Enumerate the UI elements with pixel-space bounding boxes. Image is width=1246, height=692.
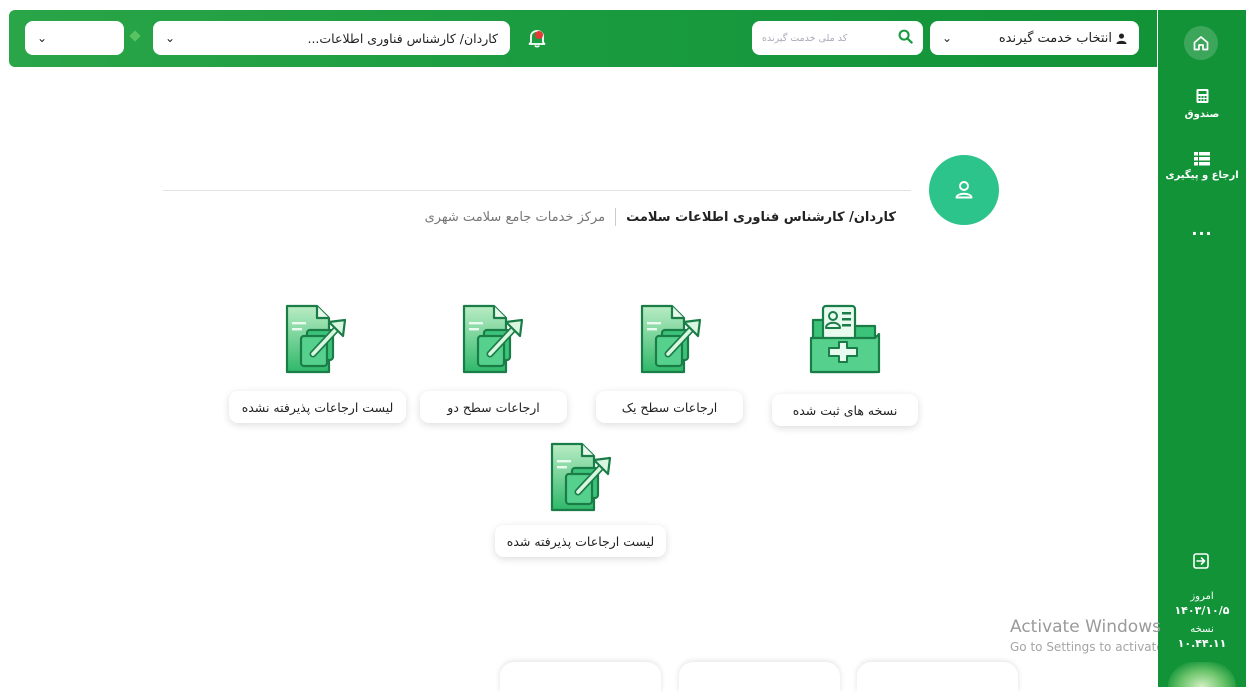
search-icon[interactable]: [898, 29, 913, 48]
national-code-search[interactable]: کد ملی خدمت گیرنده: [752, 21, 923, 55]
version-label: نسخه: [1190, 624, 1214, 635]
sidebar-item-referral[interactable]: ارجاع و پیگیری: [1158, 152, 1246, 181]
tile-registered-prescriptions[interactable]: نسخه های ثبت شده: [772, 394, 918, 426]
right-sidebar: صندوق ارجاع و پیگیری ... امروز ۱۴۰۳/۱۰/۵…: [1158, 10, 1246, 687]
activate-windows-subtitle: Go to Settings to activate Windows.: [1010, 640, 1158, 654]
referral-document-icon[interactable]: [450, 302, 530, 376]
chevron-down-icon: ⌄: [165, 31, 176, 45]
role-select-dropdown[interactable]: کاردان/ کارشناس فناوری اطلاعات... ⌄: [153, 21, 510, 55]
medical-folder-icon[interactable]: [805, 302, 885, 376]
profile-divider: [163, 190, 911, 191]
cash-register-icon: [1158, 88, 1246, 109]
secondary-select-dropdown[interactable]: ⌄: [25, 21, 124, 55]
referral-document-icon[interactable]: [273, 302, 353, 376]
today-value: ۱۴۰۳/۱۰/۵: [1174, 604, 1230, 617]
tile-accepted-referrals[interactable]: لیست ارجاعات پذیرفته شده: [495, 525, 666, 557]
list-icon: [1158, 152, 1246, 170]
referral-document-icon[interactable]: [538, 440, 618, 514]
activate-windows-title: Activate Windows: [1010, 617, 1161, 637]
redacted-user-name: [828, 158, 918, 178]
vertical-separator: [615, 208, 617, 226]
user-icon: [1116, 32, 1127, 44]
search-input[interactable]: کد ملی خدمت گیرنده: [762, 33, 847, 44]
sidebar-date-info: امروز ۱۴۰۳/۱۰/۵ نسخه ۱۰.۴۴.۱۱: [1158, 590, 1246, 652]
referral-document-icon[interactable]: [628, 302, 708, 376]
bottom-card[interactable]: [500, 662, 661, 692]
version-value: ۱۰.۴۴.۱۱: [1177, 637, 1227, 650]
profile-info: کاردان/ کارشناس فناوری اطلاعات سلامت مرک…: [425, 208, 896, 226]
avatar: [929, 155, 999, 225]
redacted-field: [183, 29, 299, 47]
health-center-name: مرکز خدمات جامع سلامت شهری: [424, 209, 606, 225]
logout-icon[interactable]: [1192, 552, 1210, 575]
tile-level-one-referrals[interactable]: ارجاعات سطح یک: [596, 391, 743, 423]
client-select-label: انتخاب خدمت گیرنده: [999, 31, 1127, 46]
sidebar-decorative-image: [1168, 662, 1236, 687]
more-menu-button[interactable]: ...: [1158, 220, 1246, 239]
sidebar-item-label: صندوق: [1184, 109, 1220, 120]
user-role: کاردان/ کارشناس فناوری اطلاعات سلامت: [626, 209, 896, 225]
today-label: امروز: [1190, 591, 1214, 602]
chevron-down-icon: ⌄: [942, 31, 953, 45]
bottom-card[interactable]: [857, 662, 1018, 692]
sidebar-item-label: ارجاع و پیگیری: [1165, 170, 1239, 181]
bottom-card[interactable]: [679, 662, 840, 692]
tile-rejected-referrals[interactable]: لیست ارجاعات پذیرفته نشده: [229, 391, 406, 423]
client-select-text: انتخاب خدمت گیرنده: [998, 30, 1112, 46]
home-icon[interactable]: [1184, 26, 1218, 60]
notification-dot: [535, 31, 543, 39]
sidebar-item-cashbox[interactable]: صندوق: [1158, 88, 1246, 120]
user-outline-icon: [955, 181, 973, 199]
notification-bell-icon[interactable]: [526, 27, 548, 49]
client-select-dropdown[interactable]: انتخاب خدمت گیرنده ⌄: [930, 21, 1139, 55]
chevron-down-icon: ⌄: [37, 31, 48, 45]
tile-level-two-referrals[interactable]: ارجاعات سطح دو: [420, 391, 567, 423]
role-select-label: کاردان/ کارشناس فناوری اطلاعات...: [307, 30, 498, 46]
